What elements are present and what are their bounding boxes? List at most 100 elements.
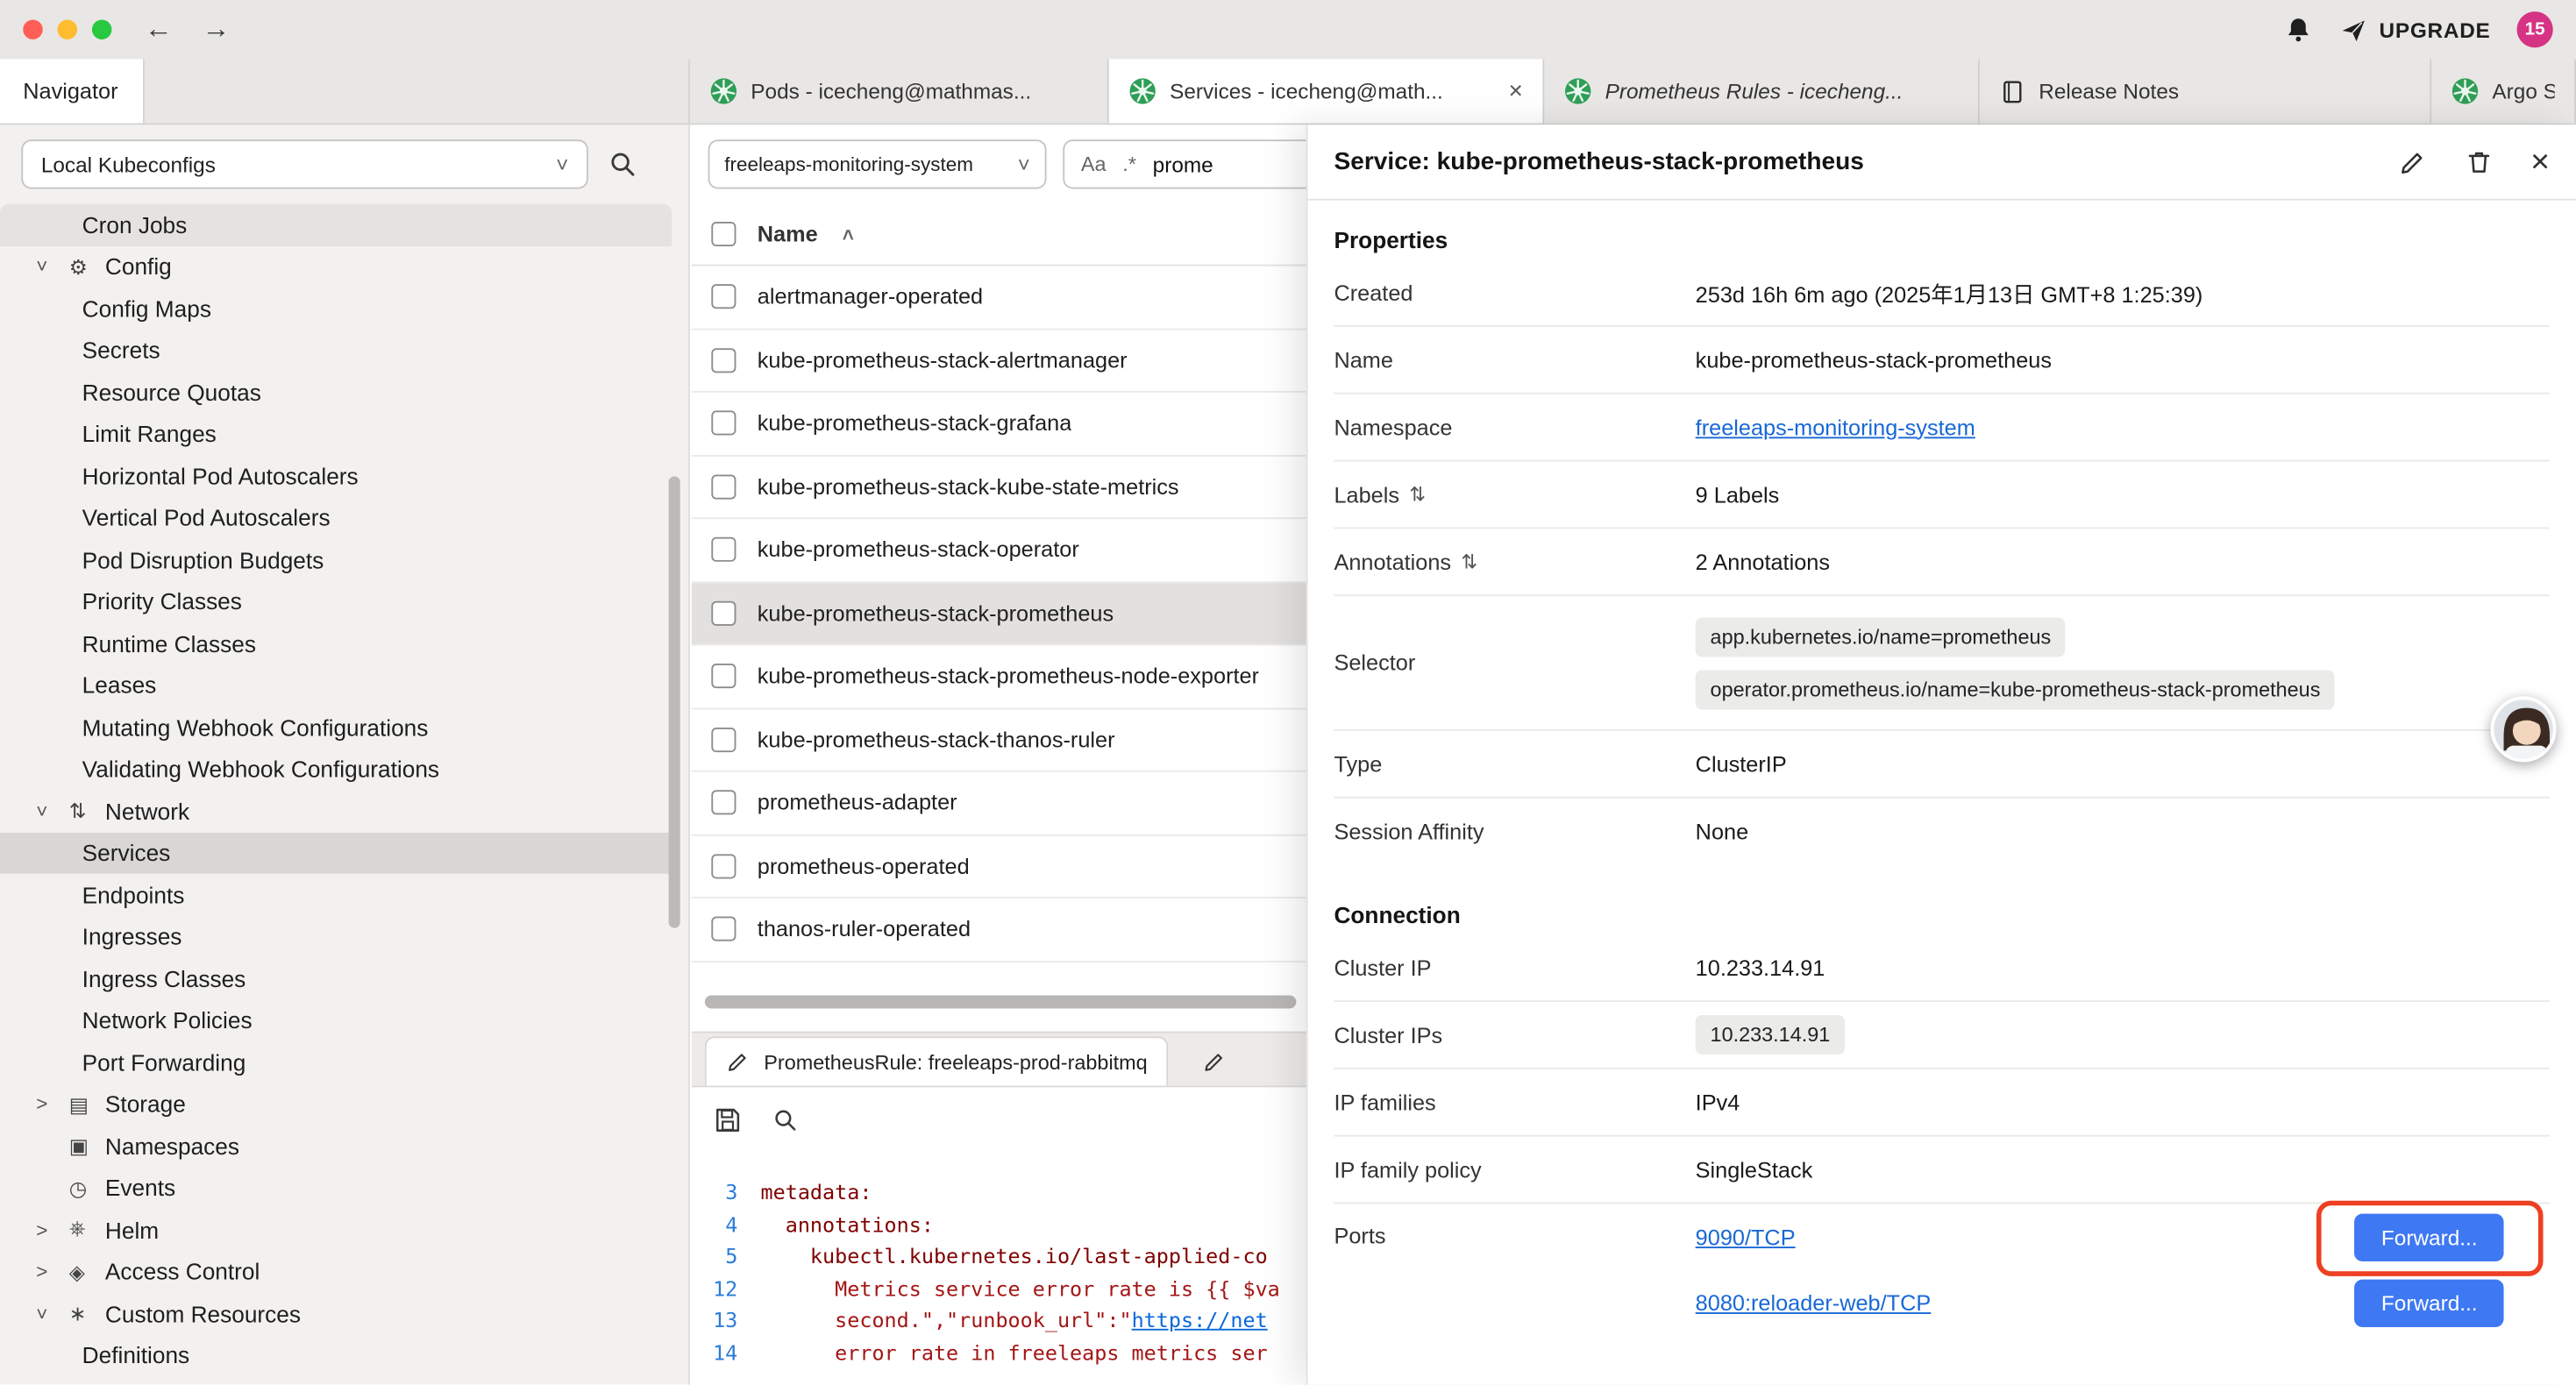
row-checkbox[interactable] [711,791,736,815]
tab-pods[interactable]: Pods - icecheng@mathmas... [690,59,1109,123]
expand-toggle-icon[interactable]: ⇅ [1409,483,1426,506]
port-link[interactable]: 9090/TCP [1696,1225,1796,1249]
edit-icon[interactable] [2399,147,2429,177]
port-line: 8080:reloader-web/TCP Forward... [1696,1269,2550,1335]
editor-tab[interactable]: PrometheusRule: freeleaps-prod-rabbitmq [705,1036,1169,1085]
row-checkbox[interactable] [711,664,736,688]
sidebar-item[interactable]: Secrets [0,330,672,372]
sort-asc-icon[interactable]: ˄ [843,223,854,245]
sidebar-item[interactable]: Priority Classes [0,580,672,622]
sidebar-item[interactable]: ˃ ⎈ Helm [0,1209,672,1251]
sidebar-item[interactable]: Validating Webhook Configurations [0,748,672,790]
sidebar-item[interactable]: ˅ ⚙ Config [0,245,672,288]
row-checkbox[interactable] [711,600,736,625]
close-icon[interactable]: × [2530,146,2550,178]
navigator-tab[interactable]: Navigator [0,59,145,123]
upgrade-button[interactable]: UPGRADE [2340,16,2491,44]
sidebar-item[interactable]: Port Forwarding [0,1041,672,1083]
back-icon[interactable]: ← [145,13,173,46]
pencil-icon [1203,1049,1228,1074]
assistant-avatar[interactable] [2491,696,2557,762]
sidebar-item[interactable]: ˅ ⇅ Network [0,790,672,832]
sidebar-item[interactable]: Ingresses [0,916,672,958]
property-row-cluster-ips: Cluster IPs 10.233.14.91 [1334,1002,2550,1069]
notification-badge[interactable]: 15 [2517,11,2553,47]
maximize-window-button[interactable] [92,19,111,39]
sidebar-item[interactable]: Mutating Webhook Configurations [0,707,672,749]
close-tab-icon[interactable]: × [1509,79,1523,103]
row-checkbox[interactable] [711,854,736,878]
select-all-checkbox[interactable] [711,222,736,246]
sidebar-item[interactable]: Services [0,832,672,874]
sidebar-item[interactable]: Definitions [0,1334,672,1376]
sidebar-item[interactable]: Cron Jobs [0,203,672,245]
access-control-icon: ◈ [69,1260,105,1284]
namespace-selector[interactable]: freeleaps-monitoring-system ˅ [708,139,1047,188]
search-icon[interactable] [772,1107,799,1133]
row-checkbox[interactable] [711,917,736,941]
bell-icon[interactable] [2284,15,2314,45]
row-checkbox[interactable] [711,411,736,436]
tab-argo[interactable]: Argo S... [2431,59,2576,123]
sidebar-item[interactable]: Ingress Classes [0,957,672,999]
helm-icon: ⎈ [69,1218,105,1242]
sidebar-item[interactable]: Limit Ranges [0,413,672,455]
close-window-button[interactable] [23,19,42,39]
forward-button[interactable]: Forward... [2355,1213,2504,1261]
tabbar-spacer [145,59,690,123]
kubeconfig-selector[interactable]: Local Kubeconfigs ˅ [21,139,587,188]
chevron-right[interactable]: ˃ [36,1261,68,1283]
tab-release-notes[interactable]: Release Notes [1980,59,2431,123]
tab-prometheus-rules[interactable]: Prometheus Rules - icecheng... [1544,59,1980,123]
ports-row: Ports 9090/TCP Forward... 8080:reloader-… [1334,1204,2550,1335]
expand-toggle-icon[interactable]: ⇅ [1461,550,1477,573]
chevron-down[interactable]: ˅ [36,1302,68,1325]
sidebar-item[interactable]: ▣ Namespaces [0,1125,672,1167]
tab-services[interactable]: Services - icecheng@math... × [1109,59,1545,123]
match-case-toggle[interactable]: Aa [1081,153,1107,175]
save-icon[interactable] [713,1105,743,1135]
forward-button[interactable]: Forward... [2355,1279,2504,1326]
properties-heading: Properties [1334,227,2550,253]
sidebar-item[interactable]: Horizontal Pod Autoscalers [0,455,672,497]
chevron-right[interactable]: ˃ [36,1218,68,1241]
forward-icon[interactable]: → [202,13,230,46]
sidebar-item[interactable]: ◷ Events [0,1167,672,1209]
sidebar-item[interactable]: Resource Quotas [0,371,672,413]
sidebar-item[interactable]: Runtime Classes [0,622,672,664]
tab-bar: Navigator Pods - icecheng@mathmas... Ser… [0,59,2576,124]
sidebar-item[interactable]: Config Maps [0,288,672,330]
url-token[interactable]: https://net [1132,1304,1268,1337]
horizontal-scrollbar[interactable] [705,995,1297,1008]
search-icon[interactable] [608,150,637,180]
chevron-down[interactable]: ˅ [36,255,68,278]
sidebar-scrollbar[interactable] [669,476,680,927]
book-icon [1999,78,2025,104]
row-checkbox[interactable] [711,728,736,752]
namespace-link[interactable]: freeleaps-monitoring-system [1696,415,1975,439]
regex-toggle[interactable]: .* [1122,153,1136,175]
port-link[interactable]: 8080:reloader-web/TCP [1696,1290,1932,1315]
sidebar-item[interactable]: ˃ ▤ Storage [0,1083,672,1126]
row-checkbox[interactable] [711,537,736,562]
name-column-header[interactable]: Name [758,222,818,246]
sidebar-item[interactable]: ˅ ∗ Custom Resources [0,1293,672,1335]
minimize-window-button[interactable] [58,19,77,39]
chevron-right[interactable]: ˃ [36,1092,68,1115]
row-checkbox[interactable] [711,348,736,373]
kubernetes-icon [709,77,737,105]
custom-resources-icon: ∗ [69,1301,105,1325]
sidebar-item[interactable]: Endpoints [0,874,672,916]
sidebar-item[interactable]: Leases [0,664,672,707]
row-checkbox[interactable] [711,474,736,499]
sidebar-item[interactable]: ˃ ◈ Access Control [0,1251,672,1293]
row-checkbox[interactable] [711,285,736,309]
navigator-tree: Cron Jobs ˅ ⚙ Config Config Maps [0,203,672,1384]
chevron-down[interactable]: ˅ [36,799,68,822]
property-row-namespace: Namespace freeleaps-monitoring-system [1334,394,2550,462]
trash-icon[interactable] [2465,147,2494,177]
sidebar-item[interactable]: Vertical Pod Autoscalers [0,497,672,539]
sidebar-item[interactable]: Pod Disruption Budgets [0,539,672,581]
chevron-down-icon: ˅ [1018,152,1030,176]
sidebar-item[interactable]: Network Policies [0,999,672,1041]
